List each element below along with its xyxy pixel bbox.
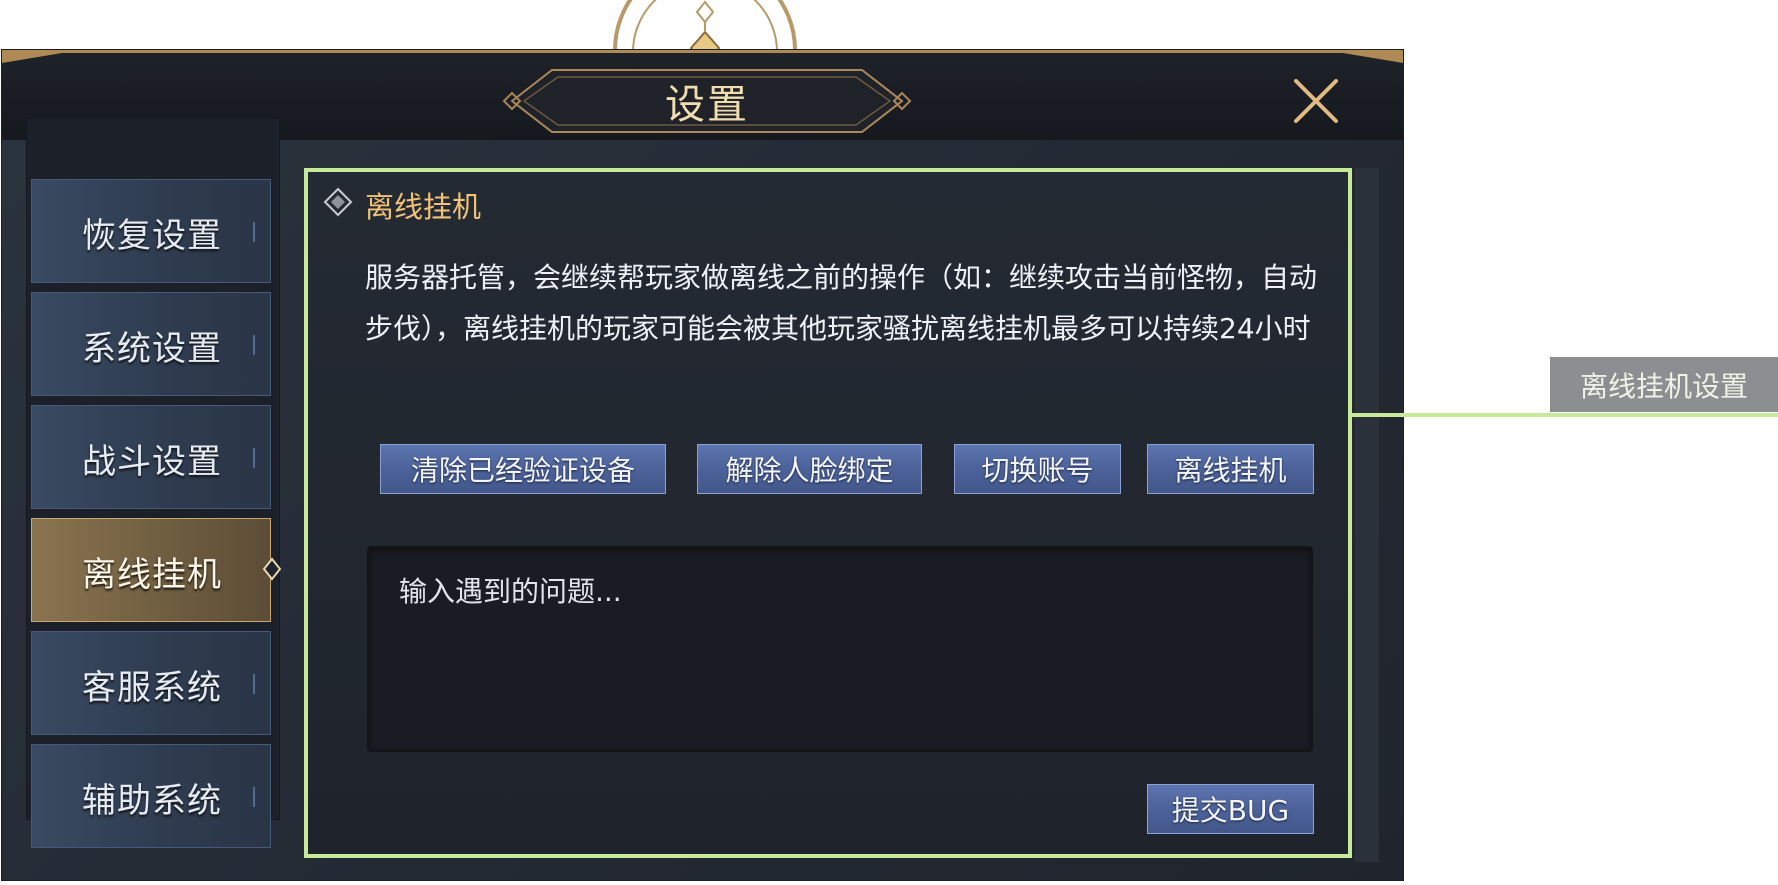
settings-sidebar: 恢复设置 系统设置 战斗设置 离线挂机 客服系统 辅助系统: [26, 118, 280, 848]
sidebar-item-assist-system[interactable]: 辅助系统: [31, 744, 271, 848]
callout-connector: [1352, 413, 1778, 417]
sidebar-item-system-settings[interactable]: 系统设置: [31, 292, 271, 396]
bug-report-placeholder: 输入遇到的问题...: [399, 575, 622, 608]
tab-notch: [253, 448, 267, 468]
tab-notch: [253, 674, 267, 694]
scrollbar-track[interactable]: [1355, 168, 1379, 862]
bug-report-input[interactable]: 输入遇到的问题...: [367, 546, 1313, 752]
submit-bug-button[interactable]: 提交BUG: [1147, 784, 1314, 834]
close-icon[interactable]: [1290, 75, 1342, 127]
offline-idle-button[interactable]: 离线挂机: [1147, 444, 1314, 494]
sidebar-item-label: 离线挂机: [82, 554, 222, 595]
section-title: 离线挂机: [365, 190, 482, 224]
offline-description: 服务器托管，会继续帮玩家做离线之前的操作（如：继续攻击当前怪物，自动步伐），离线…: [365, 261, 1318, 345]
switch-account-button[interactable]: 切换账号: [954, 444, 1121, 494]
sidebar-item-battle-settings[interactable]: 战斗设置: [31, 405, 271, 509]
tab-notch: [253, 787, 267, 807]
sidebar-item-customer-service[interactable]: 客服系统: [31, 631, 271, 735]
active-tab-pointer-icon: [262, 557, 282, 581]
offline-idle-panel: 离线挂机 服务器托管，会继续帮玩家做离线之前的操作（如：继续攻击当前怪物，自动步…: [304, 168, 1352, 858]
sidebar-item-label: 系统设置: [82, 328, 222, 369]
sidebar-item-label: 恢复设置: [82, 215, 222, 256]
callout-label: 离线挂机设置: [1550, 357, 1778, 412]
tab-notch: [253, 222, 267, 242]
clear-verified-devices-button[interactable]: 清除已经验证设备: [380, 444, 666, 494]
unbind-face-button[interactable]: 解除人脸绑定: [697, 444, 922, 494]
sidebar-item-label: 客服系统: [82, 667, 222, 708]
sidebar-item-offline-idle[interactable]: 离线挂机: [31, 518, 271, 622]
sidebar-item-label: 战斗设置: [82, 441, 222, 482]
title-plate: [502, 69, 912, 133]
diamond-bullet-icon: [323, 187, 353, 217]
tab-notch: [253, 335, 267, 355]
sidebar-item-label: 辅助系统: [82, 780, 222, 821]
sidebar-item-restore-settings[interactable]: 恢复设置: [31, 179, 271, 283]
